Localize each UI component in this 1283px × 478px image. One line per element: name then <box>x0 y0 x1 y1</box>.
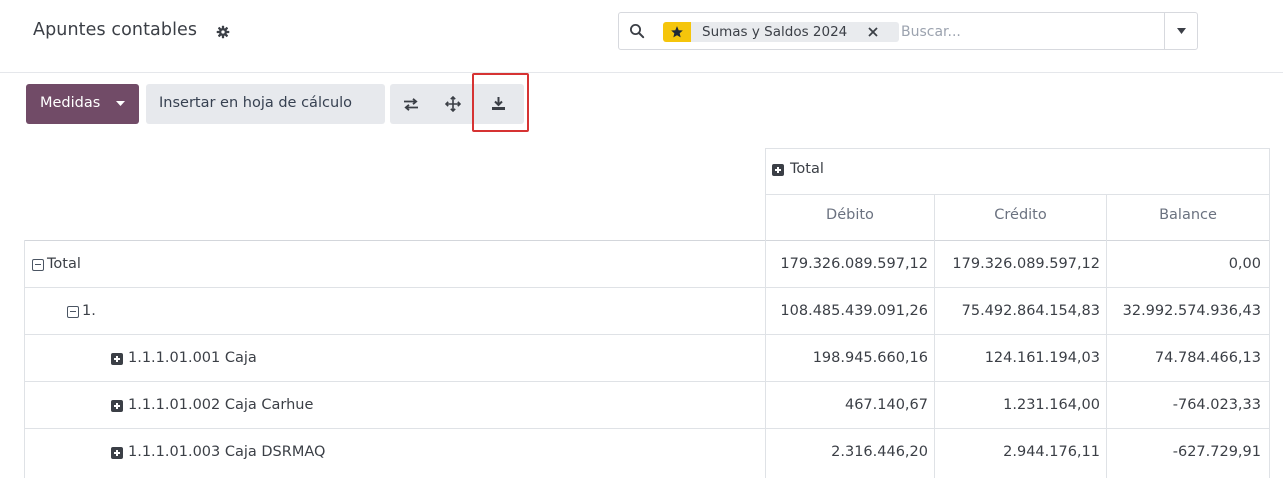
cell-credit[interactable]: 179.326.089.597,12 <box>935 256 1100 272</box>
caret-down-icon <box>116 101 125 106</box>
cell-balance[interactable]: -627.729,91 <box>1107 444 1261 460</box>
cell-debit[interactable]: 179.326.089.597,12 <box>766 256 928 272</box>
column-header-debit[interactable]: Débito <box>766 207 934 223</box>
cell-debit[interactable]: 108.485.439.091,26 <box>766 303 928 319</box>
facet-label: Sumas y Saldos 2024 <box>702 24 848 40</box>
column-group-label: Total <box>790 161 824 177</box>
cell-credit[interactable]: 1.231.164,00 <box>935 397 1100 413</box>
collapse-icon <box>32 259 44 271</box>
cell-credit[interactable]: 75.492.864.154,83 <box>935 303 1100 319</box>
row-label: 1.1.1.01.001 Caja <box>128 350 257 366</box>
search-facet: Sumas y Saldos 2024 <box>691 22 899 42</box>
expand-icon <box>111 353 123 365</box>
row-label: 1.1.1.01.002 Caja Carhue <box>128 397 314 413</box>
search-bar[interactable]: Sumas y Saldos 2024 <box>618 12 1198 50</box>
cell-balance[interactable]: 32.992.574.936,43 <box>1107 303 1261 319</box>
caret-down-icon <box>1177 28 1186 34</box>
close-icon[interactable] <box>867 26 879 38</box>
cell-credit[interactable]: 2.944.176,11 <box>935 444 1100 460</box>
row-label: 1. <box>82 303 96 319</box>
cell-balance[interactable]: 74.784.466,13 <box>1107 350 1261 366</box>
expand-icon <box>111 447 123 459</box>
highlight-box <box>472 73 529 132</box>
expand-icon <box>111 400 123 412</box>
row-label: Total <box>47 256 81 272</box>
search-input[interactable] <box>901 21 1161 43</box>
column-header-balance[interactable]: Balance <box>1107 207 1269 223</box>
flip-axis-button[interactable] <box>390 84 432 124</box>
search-icon <box>630 24 645 39</box>
column-header-credit[interactable]: Crédito <box>935 207 1106 223</box>
cell-debit[interactable]: 198.945.660,16 <box>766 350 928 366</box>
search-options-toggle[interactable] <box>1165 13 1197 49</box>
control-panel: Apuntes contables Sumas y Saldos 2024 <box>0 0 1283 73</box>
row-label: 1.1.1.01.003 Caja DSRMAQ <box>128 444 326 460</box>
cell-debit[interactable]: 467.140,67 <box>766 397 928 413</box>
insert-label: Insertar en hoja de cálculo <box>159 95 353 111</box>
expand-all-button[interactable] <box>432 84 474 124</box>
measures-button[interactable]: Medidas <box>26 84 139 124</box>
favorite-facet-icon <box>663 22 691 42</box>
cell-credit[interactable]: 124.161.194,03 <box>935 350 1100 366</box>
star-icon <box>671 26 683 38</box>
gear-icon[interactable] <box>216 25 230 39</box>
measures-label: Medidas <box>40 95 101 111</box>
collapse-icon <box>67 306 79 318</box>
expand-all-icon <box>445 96 461 112</box>
expand-icon <box>772 164 784 176</box>
page-title: Apuntes contables <box>33 20 198 40</box>
flip-axis-icon <box>404 98 418 111</box>
cell-debit[interactable]: 2.316.446,20 <box>766 444 928 460</box>
cell-balance[interactable]: -764.023,33 <box>1107 397 1261 413</box>
cell-balance[interactable]: 0,00 <box>1107 256 1261 272</box>
insert-spreadsheet-button[interactable]: Insertar en hoja de cálculo <box>146 84 385 124</box>
